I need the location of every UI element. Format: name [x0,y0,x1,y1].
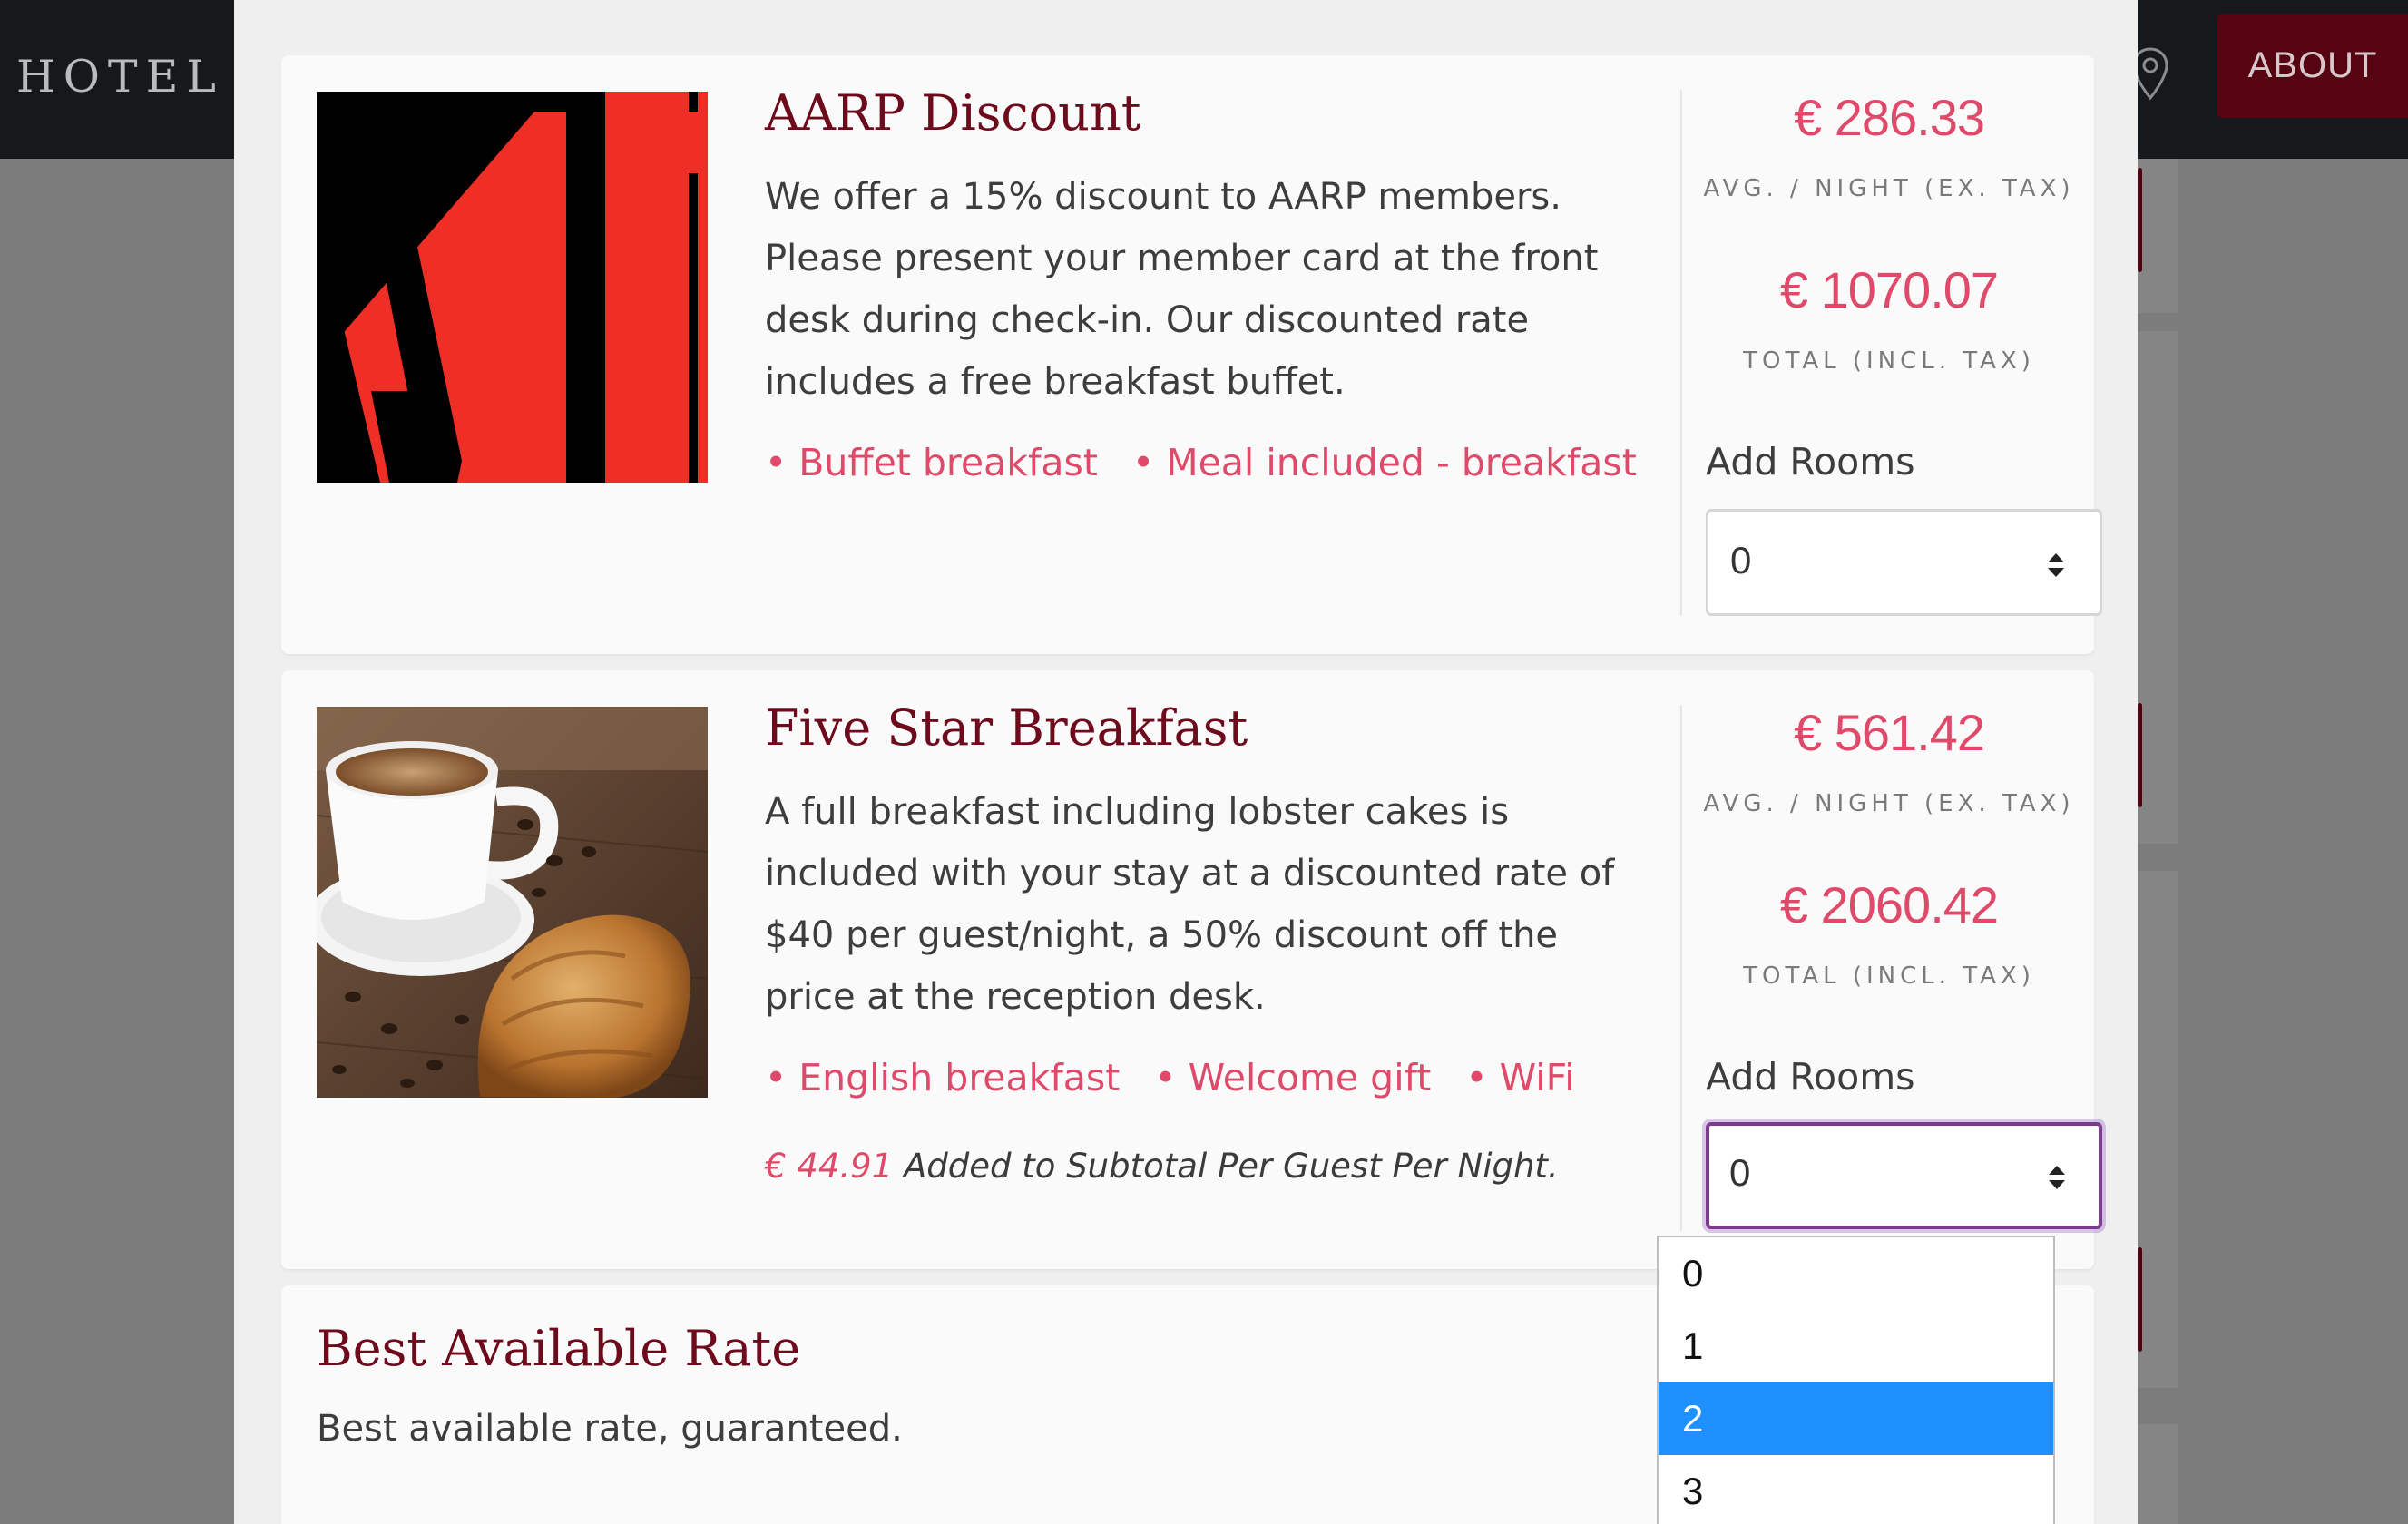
coffee-croissant-photo-icon [317,707,708,1098]
offer-title: Five Star Breakfast [765,699,1248,757]
offer-description: A full breakfast including lobster cakes… [765,791,1615,1018]
total-price: € 2060.42 [1779,876,1999,933]
rooms-option[interactable]: 0 [1659,1237,2053,1310]
total-price-label: TOTAL (INCL. TAX) [1743,962,2035,990]
offer-tag: • WiFi [1465,1056,1575,1099]
avg-night-price: € 561.42 [1794,704,1985,761]
page-background-left [0,159,234,1524]
offer-description: Best available rate, guaranteed. [317,1408,903,1450]
total-price: € 1070.07 [1779,261,1999,318]
avg-night-label: AVG. / NIGHT (EX. TAX) [1703,790,2075,817]
card-divider [1680,90,1682,616]
coffee-croissant-image [317,707,708,1098]
offer-tags: • Buffet breakfast • Meal included - bre… [765,441,1637,484]
offer-card-aarp: AARP Discount We offer a 15% discount to… [281,55,2102,654]
card-divider [1680,705,1682,1231]
about-button[interactable]: ABOUT [2217,14,2408,118]
rooms-option-highlighted[interactable]: 2 [1659,1382,2053,1455]
aarp-logo-icon [317,92,708,483]
avg-night-label: AVG. / NIGHT (EX. TAX) [1703,175,2075,202]
offer-title: AARP Discount [765,84,1141,142]
rooms-option[interactable]: 3 [1659,1455,2053,1524]
offer-tags: • English breakfast • Welcome gift • WiF… [765,1056,1575,1099]
page-background-right [2138,159,2408,1524]
background-button [2138,1247,2142,1352]
offer-card-five-star-breakfast: Five Star Breakfast A full breakfast inc… [281,670,2102,1269]
rooms-select[interactable]: 0 [1706,509,2102,616]
addon-note: € 44.91 Added to Subtotal Per Guest Per … [765,1147,1559,1186]
offer-tag: • Meal included - breakfast [1131,441,1637,484]
offer-title: Best Available Rate [317,1320,801,1377]
rooms-option[interactable]: 1 [1659,1310,2053,1382]
rooms-dropdown-list: 0 1 2 3 [1657,1236,2055,1524]
select-arrows-icon [2049,1166,2065,1189]
offer-tag: • Welcome gift [1154,1056,1432,1099]
select-arrows-icon [2048,553,2064,577]
total-price-label: TOTAL (INCL. TAX) [1743,347,2035,375]
background-card [2138,871,2178,1388]
background-button [2138,168,2142,272]
background-card [2138,159,2178,313]
rooms-select-value: 0 [1730,539,1752,581]
rooms-select-focused[interactable]: 0 [1706,1122,2102,1229]
rooms-select-value: 0 [1729,1151,1751,1194]
offer-description: We offer a 15% discount to AARP members.… [765,176,1599,403]
addon-text: Added to Subtotal Per Guest Per Night. [893,1147,1559,1186]
offer-tag: • Buffet breakfast [765,441,1098,484]
offer-tag: • English breakfast [765,1056,1121,1099]
aarp-logo-image [317,92,708,483]
add-rooms-label: Add Rooms [1706,1055,1915,1099]
background-button [2138,703,2142,807]
addon-amount: € 44.91 [765,1147,894,1186]
background-card [2138,1424,2178,1524]
add-rooms-label: Add Rooms [1706,440,1915,484]
avg-night-price: € 286.33 [1794,89,1985,146]
background-card [2138,331,2178,844]
